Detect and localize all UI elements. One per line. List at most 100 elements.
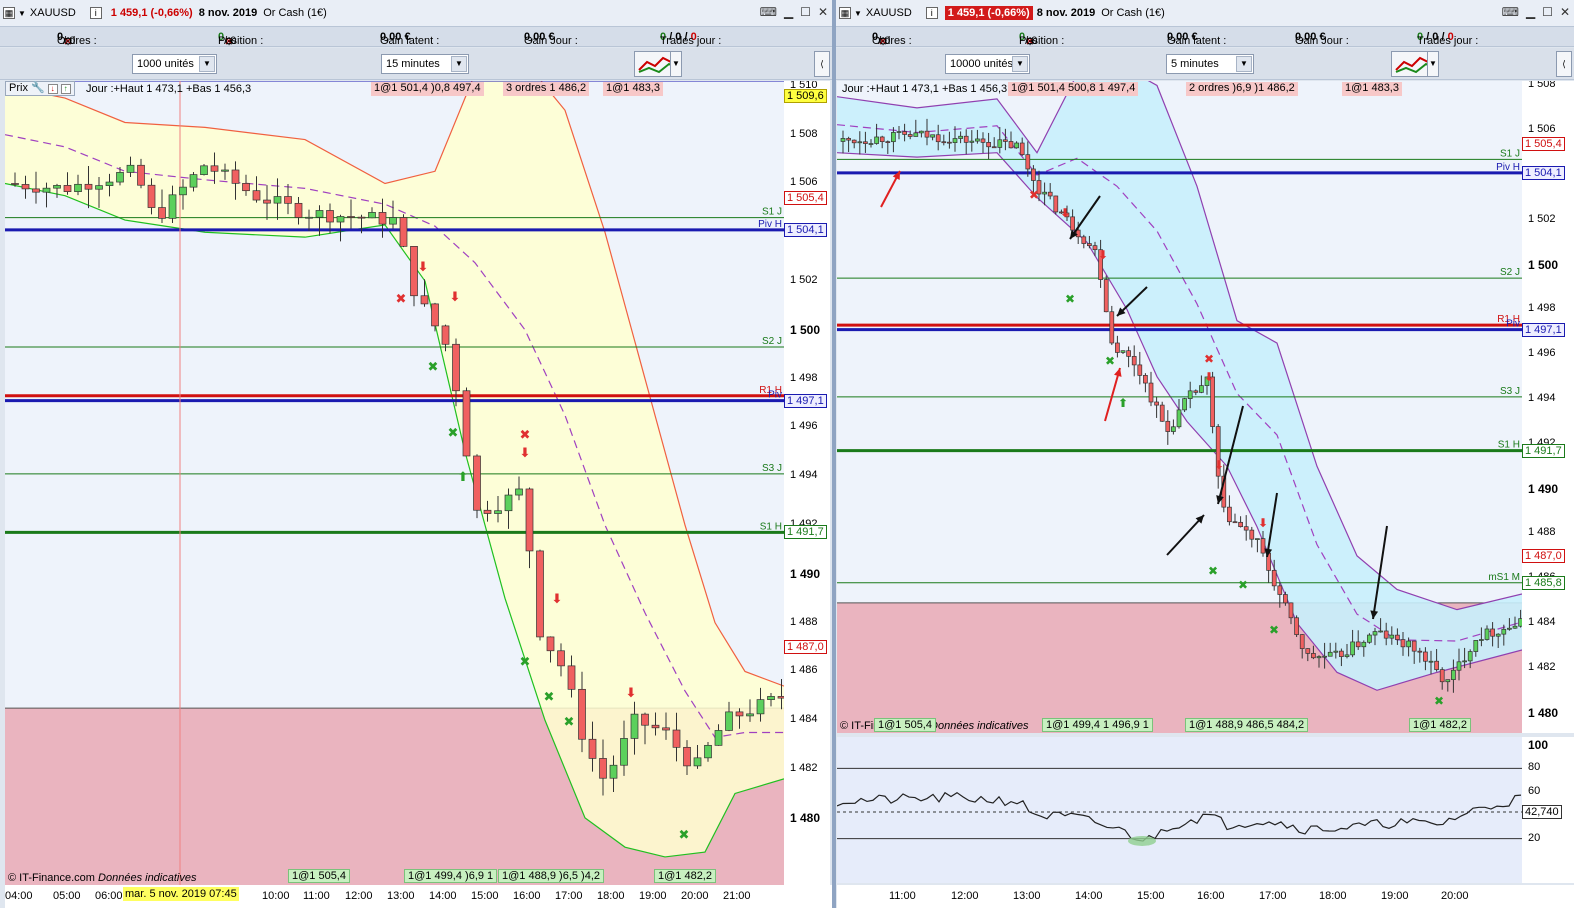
price-chart-left[interactable]: Piv JS1 JPiv HS2 JR1 HPivS3 JS1 H✖⬇⬇✖✖⬆✖… (5, 81, 784, 885)
trade-tag[interactable]: 1@1 482,2 (1409, 718, 1471, 732)
gain-jour-label: Gain Jour : (1295, 35, 1349, 47)
trade-marker-icon: ✖ (1029, 188, 1039, 202)
trade-marker-icon: ⬇ (552, 592, 563, 607)
price-tick-label: 1 498 (1528, 302, 1556, 315)
dropdown-arrow-icon[interactable]: ▼ (18, 9, 26, 18)
down-arrow-icon[interactable]: ↓ (47, 83, 58, 94)
price-tick-label: 1 496 (1528, 347, 1556, 360)
trade-tag[interactable]: 1@1 499,4 )6,9 1 (404, 869, 498, 883)
units-select[interactable]: 1000 unités ▼ (132, 54, 217, 74)
collapse-panel-button[interactable]: ⟨ (1556, 51, 1572, 77)
candle (1182, 397, 1187, 413)
trade-marker-icon: ✖ (1208, 564, 1218, 578)
units-select[interactable]: 10000 unités ▼ (945, 54, 1030, 74)
time-tick-label: 20:00 (681, 890, 709, 902)
price-tick-label: 1 506 (790, 176, 818, 189)
level-label: S1 H (760, 521, 782, 532)
candle (462, 387, 471, 457)
chevron-down-icon[interactable]: ▼ (1012, 56, 1028, 72)
minimize-icon[interactable]: ▁ (1526, 6, 1535, 18)
gear-icon[interactable]: ⚙ (63, 35, 73, 48)
info-icon[interactable]: i (89, 7, 102, 19)
info-icon[interactable]: i (925, 7, 938, 19)
timeframe-select[interactable]: 5 minutes ▼ (1166, 54, 1254, 74)
gear-icon[interactable]: ⚙ (224, 35, 234, 48)
time-tick-label: 21:00 (723, 890, 751, 902)
up-arrow-icon[interactable]: ↑ (60, 83, 71, 94)
time-tick-label: 19:00 (639, 890, 667, 902)
maximize-icon[interactable]: ☐ (800, 6, 811, 18)
close-icon[interactable]: ✕ (1560, 6, 1570, 18)
trade-marker-icon: ✖ (1065, 292, 1075, 306)
order-tag[interactable]: 2 ordres )6,9 )1 486,2 (1186, 82, 1298, 96)
price-level-tag: 1 509,6 (784, 88, 827, 103)
timeframe-value: 5 minutes (1171, 58, 1219, 70)
keyboard-icon[interactable]: ⌨ (1502, 6, 1519, 18)
timeframe-select[interactable]: 15 minutes ▼ (381, 54, 469, 74)
time-tick-label: 17:00 (555, 890, 583, 902)
chevron-down-icon[interactable]: ▼ (451, 56, 467, 72)
trade-tag[interactable]: 1@1 499,4 1 496,9 1 (1042, 718, 1153, 732)
price-chart-right[interactable]: S1 J Piv H S2 J R1 H Piv S3 J S1 HmS1 M ✖ ⬇ ⬇ ✖ ✖ ⬆ ✖… (837, 81, 1522, 733)
minimize-icon[interactable]: ▁ (784, 6, 793, 18)
order-tag[interactable]: 1@1 501,4 )0,8 497,4 (371, 82, 484, 96)
trade-marker-icon: ⬇ (1060, 206, 1070, 220)
prix-toolbar: Prix 🔧 ↓ ↑ (5, 81, 75, 96)
maximize-icon[interactable]: ☐ (1542, 6, 1553, 18)
trades-label: Trades jour : (660, 35, 722, 47)
trade-marker-icon: ✖ (428, 360, 439, 375)
order-tag[interactable]: 1@1 501,4 500,8 1 497,4 (1008, 82, 1139, 96)
level-label: mS1 M (1488, 572, 1520, 583)
candle (399, 214, 408, 248)
title-bar: ▦ ▼ XAUUSD i 1 459,1 (-0,66%) 8 nov. 201… (0, 0, 832, 27)
price-tick-label: 1 506 (1528, 123, 1556, 136)
wrench-icon[interactable]: 🔧 (31, 82, 45, 95)
price-tick-label: 1 480 (790, 810, 821, 825)
price-level-tag: 1 487,0 (1522, 548, 1565, 563)
trade-tag[interactable]: 1@1 488,9 486,5 484,2 (1185, 718, 1309, 732)
date-label: 8 nov. 2019 (1036, 7, 1096, 19)
chart-menu-icon[interactable]: ▦ (3, 7, 15, 19)
chart-menu-icon[interactable]: ▦ (839, 7, 851, 19)
order-tag[interactable]: 3 ordres 1 486,2 (503, 82, 590, 96)
gain-latent-label: Gain latent : (380, 35, 440, 47)
gain-latent-label: Gain latent : (1167, 35, 1227, 47)
gear-icon[interactable]: ⚙ (878, 35, 888, 48)
trade-marker-icon: ⬇ (1204, 370, 1214, 384)
gear-icon[interactable]: ⚙ (1025, 35, 1035, 48)
price-level-tag: 1 505,4 (1522, 136, 1565, 151)
price-level-tag: 1 504,1 (784, 222, 827, 237)
trade-tag[interactable]: 1@1 505,4 (288, 869, 350, 883)
units-value: 1000 unités (137, 58, 194, 70)
chart-type-dropdown[interactable]: ▼ (1427, 51, 1439, 77)
collapse-panel-button[interactable]: ⟨ (814, 51, 830, 77)
level-label: S2 J (762, 336, 782, 347)
candle (1109, 305, 1115, 346)
time-axis-right: 11:00 12:00 13:00 14:00 15:00 16:00 17:00 18:00… (837, 885, 1574, 908)
time-tick-label: 11:00 (889, 890, 916, 902)
level-label: S3 J (1500, 386, 1520, 397)
order-tag[interactable]: 1@1 483,3 (1342, 82, 1402, 96)
trade-tag[interactable]: 1@1 482,2 (654, 869, 716, 883)
osc-tick-label: 100 (1528, 738, 1549, 752)
price-tick-label: 1 494 (1528, 392, 1556, 405)
keyboard-icon[interactable]: ⌨ (760, 6, 777, 18)
trade-marker-icon: ⬇ (450, 290, 461, 305)
watermark: © IT-Finance.com Données indicatives (8, 872, 196, 884)
trades-label: Trades jour : (1417, 35, 1479, 47)
chevron-down-icon[interactable]: ▼ (1236, 56, 1252, 72)
price-level-tag: 1 497,1 (1522, 322, 1565, 337)
trade-tag[interactable]: 1@1 488,9 )6,5 )4,2 (498, 869, 605, 883)
oscillator-axis: 1008060402042,740 (1522, 737, 1574, 883)
order-tag[interactable]: 1@1 483,3 (603, 82, 663, 96)
chart-type-dropdown[interactable]: ▼ (670, 51, 682, 77)
timeframe-value: 15 minutes (386, 58, 440, 70)
watermark-note: Données indicatives (98, 872, 197, 884)
dropdown-arrow-icon[interactable]: ▼ (854, 9, 862, 18)
time-tick-label: 06:00 (95, 890, 123, 902)
symbol-label: XAUUSD (865, 7, 912, 19)
close-icon[interactable]: ✕ (818, 6, 828, 18)
trade-tag[interactable]: 1@1 505,4 (874, 718, 936, 732)
chevron-down-icon[interactable]: ▼ (199, 56, 215, 72)
oscillator-panel[interactable] (837, 737, 1522, 883)
